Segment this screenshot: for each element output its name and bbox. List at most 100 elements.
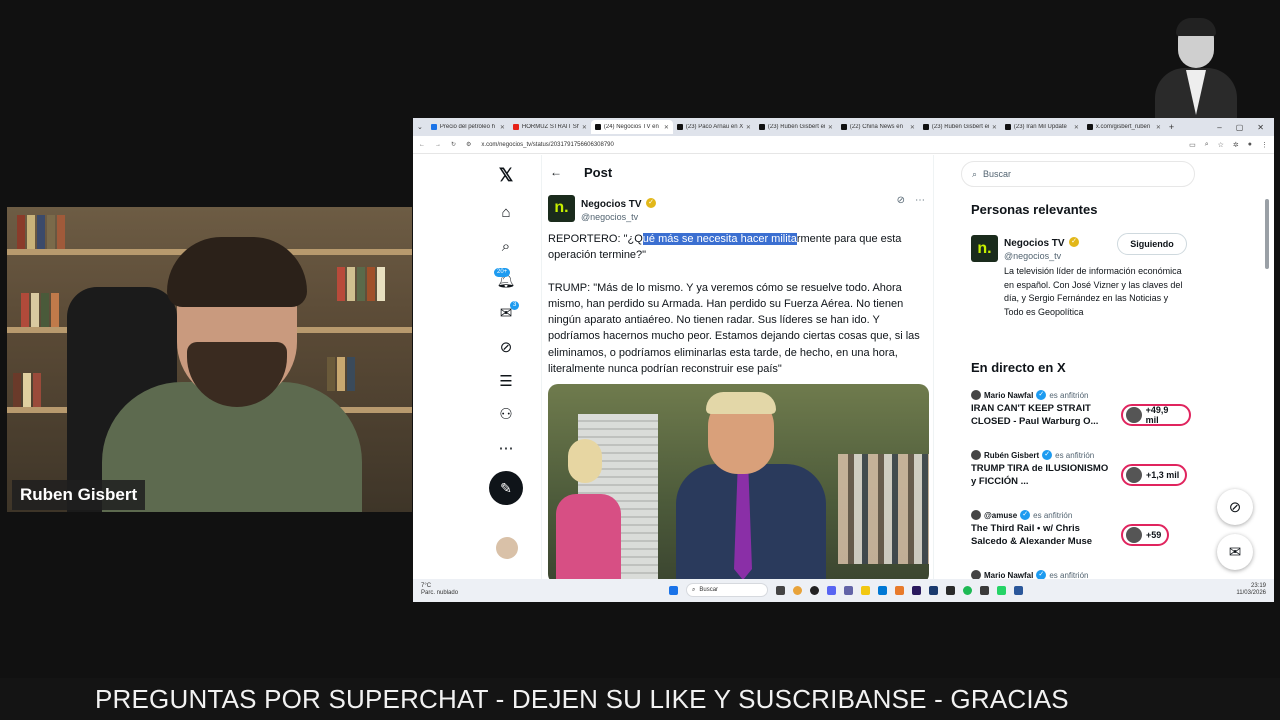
file-explorer-icon[interactable] — [861, 585, 870, 595]
author-avatar[interactable]: n. — [548, 194, 575, 222]
browser-tab[interactable]: (23) Paco Arnau en X ✕ — [673, 120, 755, 134]
following-button[interactable]: Siguiendo — [1117, 233, 1187, 255]
browser-tab[interactable]: (23) Iran Mil Update ✕ — [1001, 120, 1083, 134]
x-logo-icon[interactable]: 𝕏 — [494, 163, 518, 187]
maximize-icon[interactable]: ▢ — [1236, 123, 1244, 132]
close-icon[interactable]: ✕ — [1156, 124, 1161, 131]
compose-post-button[interactable]: ✎ — [489, 471, 523, 505]
listener-count: +49,9 mil — [1145, 405, 1169, 425]
right-sidebar: ⌕ Buscar Personas relevantes n. Negocios… — [961, 155, 1201, 580]
home-icon[interactable]: ⌂ — [494, 200, 518, 224]
back-icon[interactable]: ← — [419, 142, 425, 148]
live-space-item[interactable]: Rubén Gisbert ✓ es anfitrión TRUMP TIRA de… — [971, 450, 1191, 488]
task-view-icon[interactable] — [776, 585, 785, 595]
spotify-icon[interactable] — [963, 585, 972, 595]
weather-temp: 7°C — [421, 583, 432, 589]
premiere-icon[interactable] — [912, 585, 921, 595]
more-options-icon[interactable]: ⋯ — [915, 195, 925, 206]
tweet-video-thumbnail[interactable] — [548, 384, 929, 584]
forward-icon[interactable]: → — [435, 142, 441, 148]
close-icon[interactable]: ✕ — [910, 124, 915, 131]
ticker-text: PREGUNTAS POR SUPERCHAT - DEJEN SU LIKE … — [95, 684, 1069, 714]
tab-label: (24) Negocios TV en — [603, 124, 659, 130]
taskbar-search-placeholder: Buscar — [699, 587, 719, 593]
new-tab-icon[interactable]: + — [1169, 122, 1174, 132]
tab-bar: ⌄ Precio del petróleo h ✕ HORMUZ STRAIT S… — [413, 118, 1274, 136]
close-icon[interactable]: ✕ — [992, 124, 997, 131]
back-arrow-icon[interactable]: ← — [550, 165, 562, 179]
author-handle[interactable]: @negocios_tv — [581, 212, 656, 222]
search-input[interactable]: ⌕ Buscar — [961, 161, 1195, 187]
account-avatar[interactable] — [496, 537, 518, 559]
bookmark-star-icon[interactable]: ☆ — [1218, 141, 1224, 149]
site-info-icon[interactable]: ⚙ — [466, 141, 471, 148]
zoom-icon[interactable]: ⌕ — [1205, 141, 1209, 149]
relevant-name[interactable]: Negocios TV — [1004, 238, 1065, 249]
listeners-pill[interactable]: +49,9 mil — [1121, 404, 1191, 426]
messages-fab[interactable]: ✉ — [1217, 534, 1253, 570]
tab-label: (23) Paco Arnau en X — [685, 124, 743, 130]
browser-tab[interactable]: (23) Rubén Gisbert en ✕ — [919, 120, 1001, 134]
taskbar-search[interactable]: ⌕ Buscar — [686, 583, 768, 597]
profile-icon[interactable]: ● — [1248, 141, 1252, 149]
close-icon[interactable]: ✕ — [746, 124, 751, 131]
discord-icon[interactable] — [827, 585, 836, 595]
close-window-icon[interactable]: ✕ — [1257, 123, 1264, 132]
live-space-item[interactable]: Mario Nawfal ✓ es anfitrión IRAN CAN'T KEE… — [971, 390, 1191, 428]
lists-icon[interactable]: ☰ — [494, 369, 518, 393]
grok-fab[interactable]: ⊘ — [1217, 489, 1253, 525]
explore-search-icon[interactable]: ⌕ — [494, 234, 518, 258]
browser-tab-active[interactable]: (24) Negocios TV en ✕ — [590, 120, 673, 134]
close-icon[interactable]: ✕ — [664, 124, 669, 131]
grok-explain-icon[interactable]: ⊘ — [897, 195, 905, 206]
browser-tab[interactable]: (22) China News en ✕ — [837, 120, 919, 134]
terminal-icon[interactable] — [946, 585, 955, 595]
close-icon[interactable]: ✕ — [582, 124, 587, 131]
close-icon[interactable]: ✕ — [500, 124, 505, 131]
teams-icon[interactable] — [844, 585, 853, 595]
start-icon[interactable] — [669, 585, 678, 595]
grok-icon: ⊘ — [1228, 499, 1242, 516]
minimize-icon[interactable]: – — [1217, 123, 1221, 132]
browser-tab[interactable]: Precio del petróleo h ✕ — [427, 120, 509, 134]
author-name[interactable]: Negocios TV — [581, 199, 642, 210]
reload-icon[interactable]: ↻ — [451, 141, 456, 148]
close-icon[interactable]: ✕ — [828, 124, 833, 131]
word-icon[interactable] — [1014, 585, 1023, 595]
verified-badge-icon: ✓ — [1036, 390, 1047, 400]
relevant-avatar[interactable]: n. — [971, 235, 998, 262]
tweet-text-segment: REPORTERO: "¿Q — [548, 233, 643, 245]
vlc-icon[interactable] — [895, 585, 904, 595]
post-author[interactable]: n. Negocios TV ✓ @negocios_tv — [548, 194, 657, 222]
chrome-icon[interactable] — [793, 585, 802, 595]
edge-icon[interactable] — [878, 585, 887, 595]
live-space-item[interactable]: @amuse ✓ es anfitrión The Third Rail • w/ … — [971, 510, 1191, 548]
menu-icon[interactable]: ⋮ — [1261, 141, 1268, 149]
profile-person-icon[interactable]: ⚇ — [494, 402, 518, 426]
address-bar: ← → ↻ ⚙ x.com/negocios_tv/status/2031791… — [413, 136, 1274, 154]
post-header-title: Post — [584, 164, 613, 180]
page-scrollbar[interactable] — [1265, 199, 1269, 269]
whatsapp-icon[interactable] — [997, 585, 1006, 595]
browser-tab[interactable]: x.com/gisbert_ruben ✕ — [1083, 120, 1165, 134]
host-name: @amuse — [984, 510, 1018, 520]
url-field[interactable]: x.com/negocios_tv/status/203179175660630… — [481, 142, 613, 148]
photoshop-icon[interactable] — [929, 585, 938, 595]
obs-icon[interactable] — [810, 585, 819, 595]
close-icon[interactable]: ✕ — [1074, 124, 1079, 131]
app-icon[interactable] — [980, 585, 989, 595]
listeners-pill[interactable]: +59 — [1121, 524, 1170, 546]
tab-list-icon[interactable]: ⌄ — [417, 123, 423, 131]
host-avatar — [971, 450, 981, 460]
weather-widget[interactable]: 7°C Parc. nublado — [421, 583, 458, 597]
listeners-pill[interactable]: +1,3 mil — [1121, 464, 1188, 486]
space-title: The Third Rail • w/ Chris Salcedo & Alex… — [971, 523, 1093, 547]
browser-tab[interactable]: HORMUZ STRAIT Sh ✕ — [509, 120, 591, 134]
more-circle-icon[interactable]: ⋯ — [494, 436, 518, 460]
cast-icon[interactable]: ▭ — [1189, 141, 1196, 149]
grok-icon[interactable]: ⊘ — [494, 335, 518, 359]
extensions-icon[interactable]: ✲ — [1233, 141, 1239, 149]
taskbar-clock[interactable]: 23:19 11/03/2026 — [1236, 583, 1266, 597]
browser-tab[interactable]: (23) Rubén Gisbert en ✕ — [755, 120, 837, 134]
tweet-paragraph: TRUMP: "Más de lo mismo. Y ya veremos có… — [548, 281, 920, 376]
